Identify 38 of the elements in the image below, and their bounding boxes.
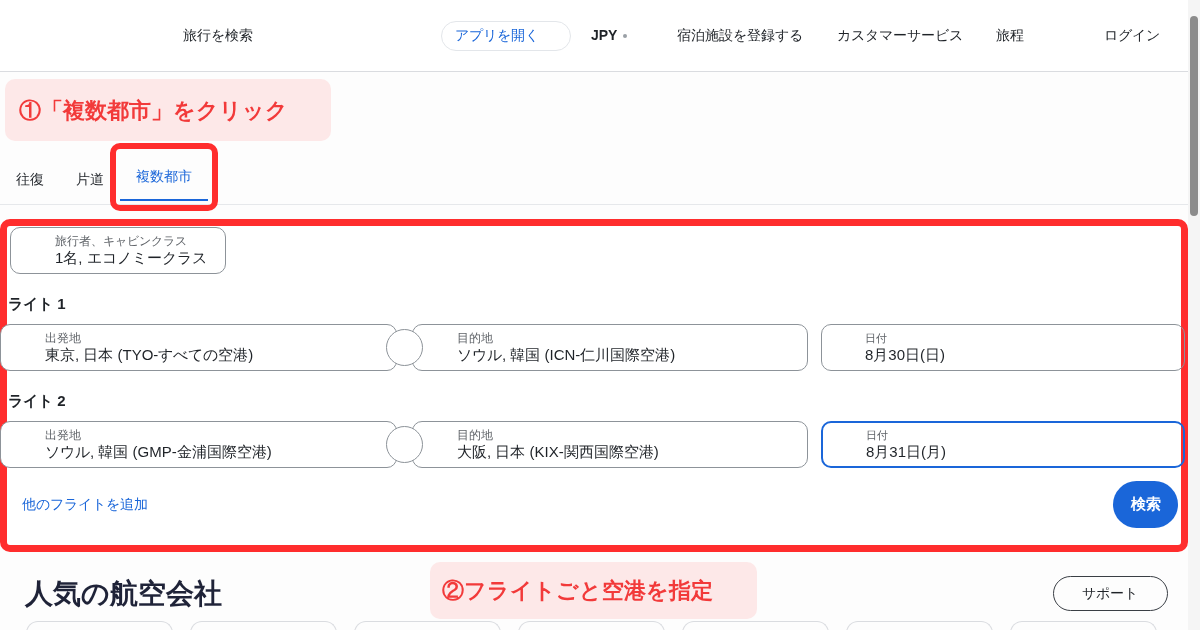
field-label: 日付 [865, 330, 888, 345]
trip-type-tab[interactable]: 複数都市 [120, 153, 208, 201]
annotation-callout: ②フライトごと空港を指定 [430, 562, 757, 619]
destination-field[interactable]: 目的地 ソウル, 韓国 (ICN-仁川国際空港) [412, 324, 808, 371]
field-value: 大阪, 日本 (KIX-関西国際空港) [457, 441, 660, 462]
field-label: 出発地 [45, 427, 82, 442]
field-value: 8月30日(日) [865, 344, 947, 365]
origin-field[interactable]: 出発地 東京, 日本 (TYO-すべての空港) [0, 324, 397, 371]
field-value: ソウル, 韓国 (ICN-仁川国際空港) [457, 344, 677, 365]
date-field[interactable]: 日付 8月30日(日) [821, 324, 1185, 371]
scrollbar[interactable] [1188, 0, 1200, 630]
trip-type-tab[interactable]: 往復 [16, 156, 60, 204]
nav-link[interactable]: 旅程 [996, 25, 1025, 46]
add-flight-link[interactable]: 他のフライトを追加 [22, 494, 148, 515]
field-label: 日付 [866, 427, 889, 442]
field-value: 1名, エコノミークラス [55, 247, 208, 268]
flight-heading: ライト 1 [8, 293, 67, 314]
date-field[interactable]: 日付 8月31日(月) [821, 421, 1185, 468]
field-value: 東京, 日本 (TYO-すべての空港) [45, 344, 255, 365]
field-label: 目的地 [457, 330, 494, 345]
nav-link[interactable]: 旅行を検索 [183, 25, 253, 46]
field-label: 目的地 [457, 427, 494, 442]
trip-type-tab[interactable]: 片道 [60, 156, 120, 204]
nav-link[interactable]: 宿泊施設を登録する [677, 25, 804, 46]
field-value: 8月31日(月) [866, 441, 948, 462]
travelers-field[interactable]: 旅行者、キャビンクラス 1名, エコノミークラス [10, 227, 226, 274]
nav-link[interactable]: カスタマーサービス [837, 25, 964, 46]
destination-field[interactable]: 目的地 大阪, 日本 (KIX-関西国際空港) [412, 421, 808, 468]
section-heading: 人気の航空会社 [25, 576, 222, 611]
origin-field[interactable]: 出発地 ソウル, 韓国 (GMP-金浦国際空港) [0, 421, 397, 468]
annotation-callout: ①「複数都市」をクリック [5, 79, 331, 141]
field-label: 出発地 [45, 330, 82, 345]
nav-link[interactable]: ログイン [1104, 25, 1161, 46]
search-button[interactable]: 検索 [1113, 481, 1178, 528]
flight-heading: ライト 2 [8, 390, 67, 411]
field-label: 旅行者、キャビンクラス [55, 233, 188, 248]
field-value: ソウル, 韓国 (GMP-金浦国際空港) [45, 441, 273, 462]
currency-selector[interactable]: JPY [591, 25, 628, 46]
